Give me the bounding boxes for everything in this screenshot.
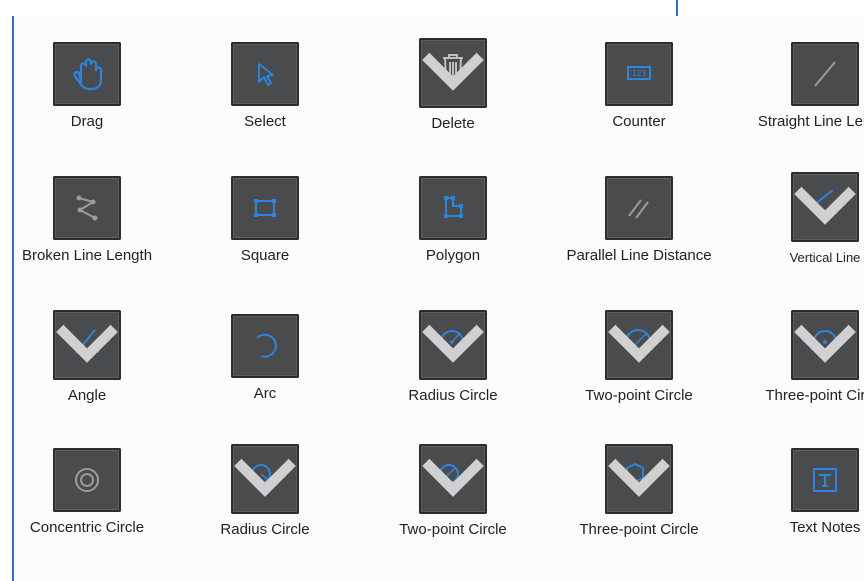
tool-vertical-line[interactable]: Vertical Line <box>740 172 864 267</box>
angle-button[interactable] <box>53 310 121 380</box>
tool-label: Drag <box>70 113 104 130</box>
tool-label: Radius Circle <box>408 387 498 404</box>
drag-button[interactable] <box>53 42 121 106</box>
tool-label: Counter <box>612 113 666 130</box>
tool-palette: Drag Select Delete 123 Counter Straight … <box>12 16 864 581</box>
three-point-circle-button[interactable] <box>791 310 859 380</box>
tool-label: Vertical Line <box>789 250 861 265</box>
hand-icon <box>73 58 103 91</box>
concentric-circle-icon <box>75 468 99 492</box>
chevron-down-icon <box>794 186 856 225</box>
tool-label: Text Notes <box>789 519 861 536</box>
square-button[interactable] <box>231 176 299 240</box>
two-point-circle-2-button[interactable] <box>419 444 487 514</box>
arc-button[interactable] <box>231 314 299 378</box>
tool-label: Two-point Circle <box>399 521 507 538</box>
straight-line-icon <box>814 61 836 87</box>
top-frame <box>0 0 864 18</box>
arc-icon <box>256 333 277 358</box>
chevron-down-icon <box>422 324 484 363</box>
tool-arc[interactable]: Arc <box>180 314 350 403</box>
select-button[interactable] <box>231 42 299 106</box>
two-point-circle-button[interactable] <box>605 310 673 380</box>
parallel-line-button[interactable] <box>605 176 673 240</box>
chevron-down-icon <box>422 458 484 497</box>
chevron-down-icon <box>608 324 670 363</box>
tool-label: Two-point Circle <box>585 387 693 404</box>
tool-label: Parallel Line Distance <box>566 247 712 264</box>
tool-three-point-circle[interactable]: Three-point Circle <box>740 310 864 405</box>
chevron-down-icon <box>422 52 484 91</box>
tool-two-point-circle-2[interactable]: Two-point Circle <box>368 444 538 539</box>
chevron-down-icon <box>56 324 118 363</box>
tool-select[interactable]: Select <box>180 42 350 131</box>
tool-label: Square <box>240 247 290 264</box>
vertical-line-button[interactable] <box>791 172 859 242</box>
broken-line-icon <box>76 195 98 221</box>
concentric-circle-button[interactable] <box>53 448 121 512</box>
tool-delete[interactable]: Delete <box>368 38 538 133</box>
polygon-icon <box>444 196 463 218</box>
tool-radius-circle[interactable]: Radius Circle <box>368 310 538 405</box>
tool-label: Delete <box>431 115 475 132</box>
tool-straight-line-length[interactable]: Straight Line Length <box>740 42 864 131</box>
chevron-down-icon <box>608 458 670 497</box>
tool-parallel-line-distance[interactable]: Parallel Line Distance <box>554 176 724 265</box>
radius-circle-button[interactable] <box>419 310 487 380</box>
delete-button[interactable] <box>419 38 487 108</box>
tool-counter[interactable]: 123 Counter <box>554 42 724 131</box>
tool-label: Straight Line Length <box>757 113 864 130</box>
tool-label: Broken Line Length <box>21 247 153 264</box>
polygon-button[interactable] <box>419 176 487 240</box>
radius-circle-2-button[interactable] <box>231 444 299 514</box>
chevron-down-icon <box>794 324 856 363</box>
counter-button[interactable]: 123 <box>605 42 673 106</box>
three-point-circle-2-button[interactable] <box>605 444 673 514</box>
tool-concentric-circle[interactable]: Concentric Circle <box>2 448 172 537</box>
tool-label: Angle <box>67 387 107 404</box>
tool-square[interactable]: Square <box>180 176 350 265</box>
tool-label: Arc <box>253 385 277 402</box>
tool-label: Concentric Circle <box>29 519 145 536</box>
text-notes-icon <box>813 468 837 492</box>
tool-drag[interactable]: Drag <box>2 42 172 131</box>
parallel-lines-icon <box>628 199 649 219</box>
tool-polygon[interactable]: Polygon <box>368 176 538 265</box>
tool-angle[interactable]: Angle <box>2 310 172 405</box>
chevron-down-icon <box>234 458 296 497</box>
tool-label: Three-point Circle <box>579 521 699 538</box>
cursor-icon <box>258 63 274 86</box>
tool-two-point-circle[interactable]: Two-point Circle <box>554 310 724 405</box>
tool-radius-circle-2[interactable]: Radius Circle <box>180 444 350 539</box>
tool-label: Three-point Circle <box>765 387 864 404</box>
text-notes-button[interactable] <box>791 448 859 512</box>
broken-line-button[interactable] <box>53 176 121 240</box>
tool-text-notes[interactable]: Text Notes <box>740 448 864 537</box>
square-icon <box>254 199 276 217</box>
straight-line-button[interactable] <box>791 42 859 106</box>
tool-label: Select <box>244 113 286 130</box>
svg-text:123: 123 <box>632 69 647 78</box>
tool-three-point-circle-2[interactable]: Three-point Circle <box>554 444 724 539</box>
tool-broken-line-length[interactable]: Broken Line Length <box>2 176 172 265</box>
tool-label: Radius Circle <box>220 521 310 538</box>
counter-icon: 123 <box>627 66 651 80</box>
tool-label: Polygon <box>425 247 481 264</box>
